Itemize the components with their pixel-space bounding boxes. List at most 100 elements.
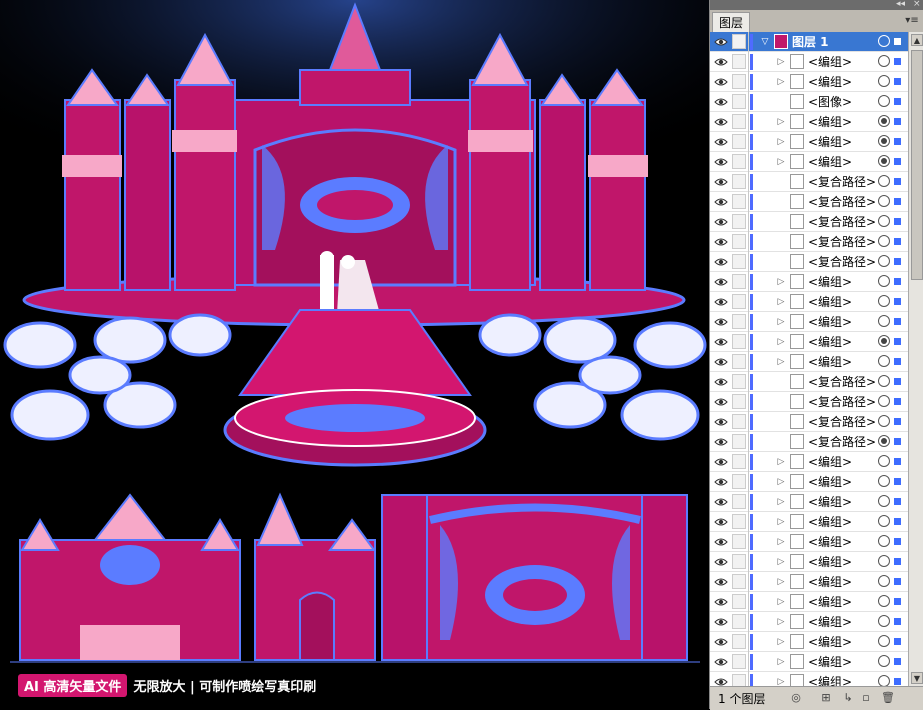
layer-name[interactable]: <编组> [808, 274, 852, 290]
selection-indicator[interactable] [894, 258, 901, 265]
expand-arrow-icon[interactable]: ▷ [776, 136, 786, 148]
lock-toggle[interactable] [732, 354, 746, 369]
selection-indicator[interactable] [894, 178, 901, 185]
layer-name[interactable]: <编组> [808, 534, 852, 550]
layer-name[interactable]: <复合路径> [808, 254, 876, 270]
lock-toggle[interactable] [732, 454, 746, 469]
layer-name[interactable]: <编组> [808, 654, 852, 670]
visibility-eye-icon[interactable] [714, 676, 728, 686]
expand-arrow-icon[interactable] [776, 396, 786, 408]
layer-row[interactable]: ▷ <编组> [710, 672, 908, 686]
visibility-eye-icon[interactable] [714, 656, 728, 668]
layer-name[interactable]: <编组> [808, 134, 852, 150]
lock-toggle[interactable] [732, 254, 746, 269]
visibility-eye-icon[interactable] [714, 136, 728, 148]
new-layer-icon[interactable]: ▫ [858, 690, 874, 706]
selection-indicator[interactable] [894, 378, 901, 385]
visibility-eye-icon[interactable] [714, 76, 728, 88]
selection-indicator[interactable] [894, 338, 901, 345]
expand-arrow-icon[interactable] [776, 176, 786, 188]
visibility-eye-icon[interactable] [714, 616, 728, 628]
layer-name[interactable]: <编组> [808, 314, 852, 330]
target-circle-icon[interactable] [878, 575, 890, 587]
target-circle-icon[interactable] [878, 355, 890, 367]
layer-row[interactable]: <复合路径> [710, 392, 908, 412]
target-circle-icon[interactable] [878, 475, 890, 487]
layer-row[interactable]: <复合路径> [710, 252, 908, 272]
expand-arrow-icon[interactable]: ▷ [776, 576, 786, 588]
visibility-eye-icon[interactable] [714, 356, 728, 368]
visibility-eye-icon[interactable] [714, 216, 728, 228]
lock-toggle[interactable] [732, 334, 746, 349]
selection-indicator[interactable] [894, 678, 901, 685]
selection-indicator[interactable] [894, 238, 901, 245]
selection-indicator[interactable] [894, 118, 901, 125]
visibility-eye-icon[interactable] [714, 416, 728, 428]
layer-row[interactable]: ▷ <编组> [710, 652, 908, 672]
lock-toggle[interactable] [732, 194, 746, 209]
layer-row[interactable]: ▷ <编组> [710, 112, 908, 132]
layer-row[interactable]: ▷ <编组> [710, 552, 908, 572]
expand-arrow-icon[interactable]: ▷ [776, 536, 786, 548]
expand-arrow-icon[interactable] [776, 436, 786, 448]
lock-toggle[interactable] [732, 154, 746, 169]
collapse-icon[interactable]: ◂◂ [896, 0, 905, 9]
visibility-eye-icon[interactable] [714, 496, 728, 508]
expand-arrow-icon[interactable]: ▷ [776, 516, 786, 528]
visibility-eye-icon[interactable] [714, 316, 728, 328]
selection-indicator[interactable] [894, 198, 901, 205]
lock-toggle[interactable] [732, 134, 746, 149]
target-circle-icon[interactable] [878, 555, 890, 567]
lock-toggle[interactable] [732, 414, 746, 429]
layer-name[interactable]: <编组> [808, 554, 852, 570]
layer-row-top[interactable]: ▽ 图层 1 [710, 32, 908, 52]
layer-name[interactable]: <编组> [808, 334, 852, 350]
selection-indicator[interactable] [894, 418, 901, 425]
lock-toggle[interactable] [732, 74, 746, 89]
expand-arrow-icon[interactable]: ▷ [776, 656, 786, 668]
target-circle-icon[interactable] [878, 415, 890, 427]
layer-name[interactable]: <编组> [808, 114, 852, 130]
visibility-eye-icon[interactable] [714, 636, 728, 648]
delete-layer-icon[interactable]: 🗑 [880, 690, 896, 706]
expand-arrow-icon[interactable]: ▷ [776, 596, 786, 608]
lock-toggle[interactable] [732, 114, 746, 129]
selection-indicator[interactable] [894, 278, 901, 285]
target-circle-icon[interactable] [878, 315, 890, 327]
expand-arrow-icon[interactable]: ▷ [776, 456, 786, 468]
layer-row[interactable]: ▷ <编组> [710, 332, 908, 352]
layer-row[interactable]: ▷ <编组> [710, 532, 908, 552]
lock-toggle[interactable] [732, 294, 746, 309]
layer-name[interactable]: <编组> [808, 154, 852, 170]
expand-arrow-icon[interactable]: ▷ [776, 276, 786, 288]
layer-name[interactable]: <复合路径> [808, 234, 876, 250]
scroll-down-icon[interactable]: ▼ [911, 672, 923, 684]
selection-indicator[interactable] [894, 658, 901, 665]
visibility-eye-icon[interactable] [714, 556, 728, 568]
selection-indicator[interactable] [894, 138, 901, 145]
new-sublayer-icon[interactable]: ↳ [840, 690, 856, 706]
selection-indicator[interactable] [894, 578, 901, 585]
expand-arrow-icon[interactable]: ▷ [776, 316, 786, 328]
target-circle-icon[interactable] [878, 295, 890, 307]
layer-name[interactable]: <复合路径> [808, 414, 876, 430]
layer-name[interactable]: <复合路径> [808, 434, 876, 450]
target-circle-icon[interactable] [878, 675, 890, 686]
expand-arrow-icon[interactable]: ▷ [776, 356, 786, 368]
layer-row[interactable]: <复合路径> [710, 212, 908, 232]
layer-name[interactable]: <编组> [808, 454, 852, 470]
target-circle-icon[interactable] [878, 215, 890, 227]
expand-arrow-icon[interactable]: ▷ [776, 616, 786, 628]
lock-toggle[interactable] [732, 474, 746, 489]
layer-name[interactable]: <复合路径> [808, 394, 876, 410]
selection-indicator[interactable] [894, 538, 901, 545]
lock-toggle[interactable] [732, 494, 746, 509]
layer-row[interactable]: ▷ <编组> [710, 152, 908, 172]
selection-indicator[interactable] [894, 478, 901, 485]
layer-row[interactable]: ▷ <编组> [710, 592, 908, 612]
visibility-eye-icon[interactable] [714, 476, 728, 488]
layer-name[interactable]: <编组> [808, 474, 852, 490]
visibility-eye-icon[interactable] [714, 36, 728, 48]
layer-row[interactable]: ▷ <编组> [710, 632, 908, 652]
visibility-eye-icon[interactable] [714, 156, 728, 168]
